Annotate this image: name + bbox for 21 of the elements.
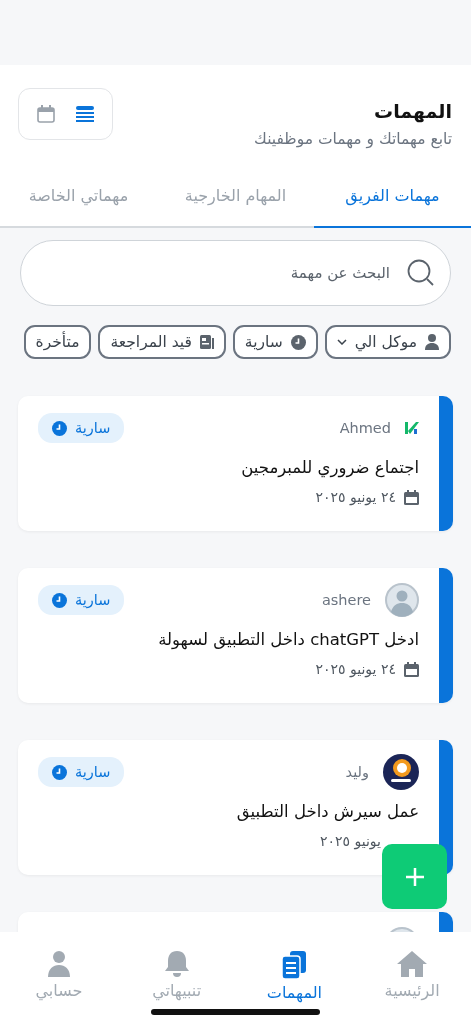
page-title: المهمات: [373, 100, 452, 122]
task-title: عمل سيرش داخل التطبيق: [235, 802, 419, 821]
assignee-name: ashere: [321, 592, 371, 608]
filter-chip[interactable]: سارية: [232, 325, 318, 359]
page-subtitle: تابع مهماتك و مهمات موظفينك: [254, 130, 452, 148]
task-date: ٢٤ يونيو ٢٠٢٥: [315, 661, 396, 677]
task-title: ادخل chatGPT داخل التطبيق لسهولة: [157, 630, 419, 649]
filter-chip[interactable]: متأخرة: [23, 325, 92, 359]
task-date: يونيو ٢٠٢٥: [320, 833, 381, 849]
filter-chip[interactable]: موكل الي: [324, 325, 451, 359]
status-badge: سارية: [38, 757, 125, 787]
task-card[interactable]: وليد سارية عمل سيرش داخل التطبيق يونيو ٢٠٢٥: [18, 740, 453, 875]
tab[interactable]: مهمات الفريق: [314, 165, 471, 228]
task-title: اجتماع ضروري للمبرمجين: [240, 458, 419, 477]
assignee-name: وليد: [345, 764, 369, 780]
assignee-name: Ahmed: [339, 420, 391, 436]
status-badge: سارية: [38, 585, 125, 615]
status-badge: سارية: [38, 413, 125, 443]
search-field[interactable]: البحث عن مهمة: [20, 240, 451, 306]
filter-chip[interactable]: قيد المراجعة: [98, 325, 226, 359]
task-date: ٢٤ يونيو ٢٠٢٥: [315, 489, 396, 505]
